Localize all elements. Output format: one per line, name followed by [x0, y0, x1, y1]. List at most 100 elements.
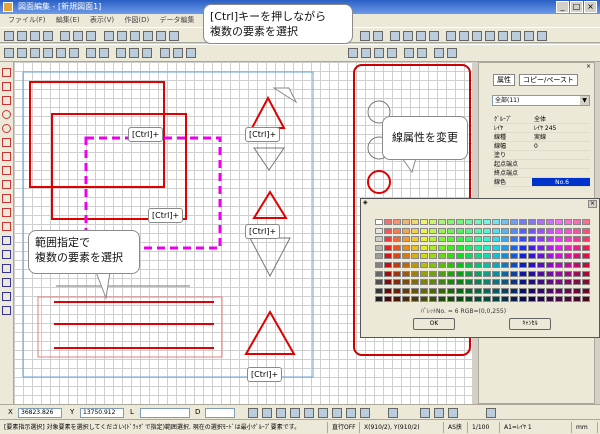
color-swatch[interactable]: [573, 262, 581, 268]
leader-tool-icon[interactable]: [2, 208, 11, 217]
erase-icon[interactable]: [390, 31, 400, 41]
color-swatch[interactable]: [519, 287, 527, 294]
color-swatch[interactable]: [393, 219, 401, 225]
color-swatch[interactable]: [465, 219, 473, 225]
x-field[interactable]: 36823.826: [18, 408, 62, 418]
circle-tool-icon[interactable]: [2, 110, 11, 119]
color-swatch[interactable]: [447, 236, 455, 243]
color-swatch[interactable]: [519, 296, 527, 303]
color-swatch[interactable]: [492, 253, 500, 260]
bring-front-icon[interactable]: [404, 48, 414, 58]
y-field[interactable]: 13750.912: [80, 408, 124, 418]
color-swatch[interactable]: [573, 279, 581, 286]
snap-tangent-icon[interactable]: [318, 408, 328, 418]
paste-icon[interactable]: [86, 31, 96, 41]
select-arrow-icon[interactable]: [160, 48, 170, 58]
stair-tool-icon[interactable]: [2, 278, 11, 287]
color-swatch[interactable]: [510, 287, 518, 294]
color-swatch[interactable]: [465, 296, 473, 303]
color-swatch[interactable]: [582, 262, 590, 268]
color-swatch[interactable]: [474, 236, 482, 243]
select-polygon-icon[interactable]: [186, 48, 196, 58]
send-back-icon[interactable]: [417, 48, 427, 58]
color-swatch[interactable]: [447, 296, 455, 303]
snap-icon[interactable]: [130, 31, 140, 41]
grid-toggle-icon[interactable]: [388, 408, 398, 418]
grid-icon[interactable]: [117, 31, 127, 41]
break-icon[interactable]: [537, 31, 547, 41]
color-swatch[interactable]: [465, 253, 473, 260]
scale-icon[interactable]: [459, 31, 469, 41]
color-swatch[interactable]: [546, 236, 554, 243]
undo-icon[interactable]: [360, 31, 370, 41]
color-swatch[interactable]: [447, 244, 455, 251]
dialog-close-button[interactable]: ×: [588, 200, 597, 208]
color-swatch[interactable]: [402, 270, 410, 277]
d-field[interactable]: [205, 408, 235, 418]
color-swatch[interactable]: [411, 279, 419, 286]
color-swatch[interactable]: [429, 287, 437, 294]
color-swatch[interactable]: [465, 270, 473, 277]
measure-icon[interactable]: [143, 31, 153, 41]
color-swatch[interactable]: [420, 236, 428, 243]
color-swatch[interactable]: [420, 287, 428, 294]
ok-button[interactable]: OK: [413, 318, 455, 330]
save-icon[interactable]: [30, 31, 40, 41]
distribute-icon[interactable]: [447, 48, 457, 58]
snap-center-icon[interactable]: [290, 408, 300, 418]
maximize-button[interactable]: □: [570, 1, 583, 13]
color-swatch[interactable]: [384, 244, 392, 251]
color-swatch[interactable]: [456, 227, 464, 234]
color-swatch[interactable]: [537, 236, 545, 243]
prop-value[interactable]: ﾚｲﾔ 245: [532, 124, 590, 132]
color-swatch[interactable]: [501, 262, 509, 268]
color-swatch[interactable]: [546, 262, 554, 268]
color-swatch[interactable]: [582, 227, 590, 234]
color-swatch[interactable]: [564, 287, 572, 294]
dimension-tool-icon[interactable]: [2, 180, 11, 189]
color-swatch[interactable]: [393, 279, 401, 286]
tab-copy-paste[interactable]: コピー/ペースト: [519, 74, 579, 86]
color-swatch[interactable]: [537, 270, 545, 277]
color-swatch[interactable]: [492, 279, 500, 286]
rotate-icon[interactable]: [429, 31, 439, 41]
color-swatch[interactable]: [456, 296, 464, 303]
color-swatch[interactable]: [429, 219, 437, 225]
color-swatch[interactable]: [384, 296, 392, 303]
color-swatch[interactable]: [573, 227, 581, 234]
color-swatch[interactable]: [483, 262, 491, 268]
color-swatch[interactable]: [519, 244, 527, 251]
color-swatch[interactable]: [384, 253, 392, 260]
color-swatch[interactable]: [375, 227, 383, 234]
color-swatch[interactable]: [510, 253, 518, 260]
color-swatch[interactable]: [429, 279, 437, 286]
print-icon[interactable]: [43, 31, 53, 41]
offset-icon[interactable]: [472, 31, 482, 41]
minimize-button[interactable]: _: [556, 1, 569, 13]
arc-tool-icon[interactable]: [2, 124, 11, 133]
new-file-icon[interactable]: [4, 31, 14, 41]
color-swatch[interactable]: [582, 253, 590, 260]
color-swatch[interactable]: [438, 219, 446, 225]
color-swatch[interactable]: [375, 244, 383, 251]
block-icon[interactable]: [374, 48, 384, 58]
color-swatch[interactable]: [456, 279, 464, 286]
zoom-icon[interactable]: [17, 48, 27, 58]
color-swatch[interactable]: [501, 296, 509, 303]
snap-quadrant-icon[interactable]: [346, 408, 356, 418]
color-swatch[interactable]: [555, 244, 563, 251]
door-tool-icon[interactable]: [2, 264, 11, 273]
color-swatch[interactable]: [546, 270, 554, 277]
color-swatch[interactable]: [375, 270, 383, 277]
color-swatch[interactable]: [492, 296, 500, 303]
color-swatch[interactable]: [555, 227, 563, 234]
color-swatch[interactable]: [402, 236, 410, 243]
color-swatch[interactable]: [582, 270, 590, 277]
close-button[interactable]: ×: [584, 1, 597, 13]
color-swatch[interactable]: [465, 236, 473, 243]
prop-value[interactable]: [532, 160, 590, 168]
color-swatch[interactable]: [420, 253, 428, 260]
color-swatch[interactable]: [429, 296, 437, 303]
color-swatch[interactable]: [474, 244, 482, 251]
color-swatch[interactable]: [555, 262, 563, 268]
